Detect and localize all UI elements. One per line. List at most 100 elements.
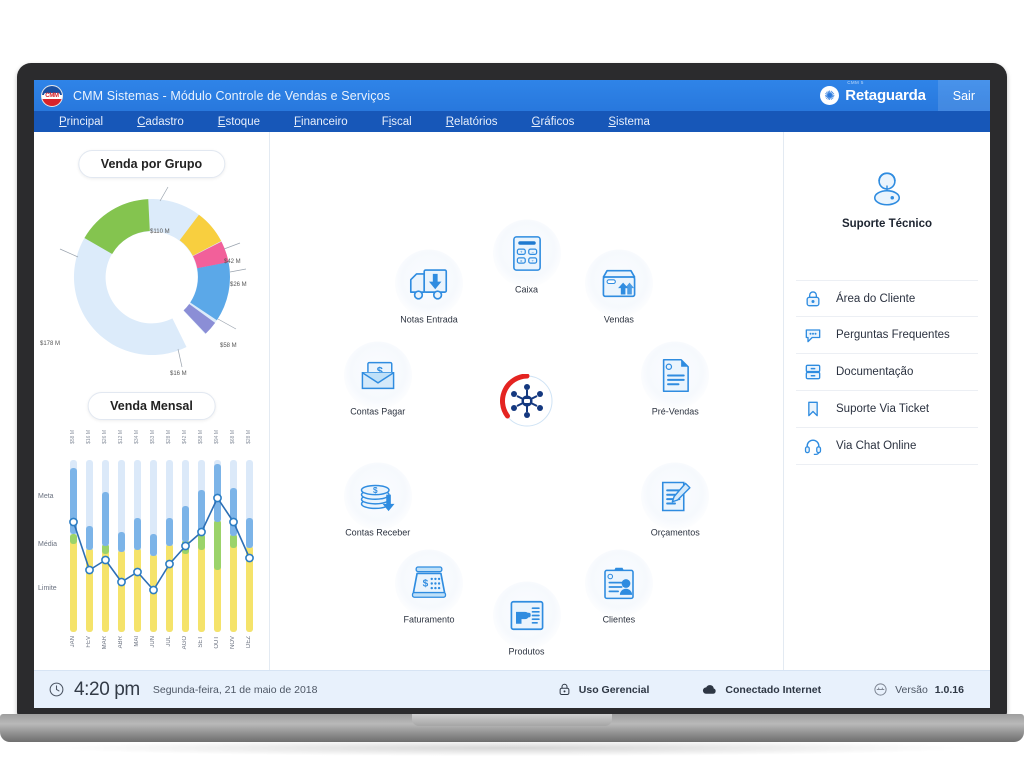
donut-label-3: $58 M xyxy=(220,343,237,349)
hub-item-caixa[interactable]: +− ×÷ Caixa xyxy=(488,220,566,295)
menu-item-estoque[interactable]: Estoque xyxy=(201,116,277,128)
menu-item-relatorios[interactable]: Relatórios xyxy=(429,116,515,128)
support-list: Área do Cliente Perguntas Frequentes xyxy=(796,280,978,465)
month-label-3: ABR xyxy=(118,636,124,648)
charts-panel: Venda por Grupo xyxy=(34,132,270,670)
month-label-6: JUL xyxy=(166,636,172,647)
month-label-5: JUN xyxy=(150,636,156,648)
support-item-via-chat-online[interactable]: Via Chat Online xyxy=(796,428,978,465)
donut-chart: $110 M $42 M $26 M $58 M $16 M $178 M xyxy=(34,177,269,377)
brand-micro-text: CMM 5 xyxy=(847,80,864,85)
support-header: Suporte Técnico xyxy=(784,168,990,230)
bar-value-6: $28 M xyxy=(166,430,172,444)
bar-value-3: $12 M xyxy=(118,430,124,444)
menu-item-fiscal[interactable]: Fiscal xyxy=(365,116,429,128)
lock-icon xyxy=(557,682,572,697)
svg-text:+: + xyxy=(520,250,523,255)
hub-label-orcamentos: Orçamentos xyxy=(636,528,714,538)
hub-item-clientes[interactable]: Clientes xyxy=(580,550,658,625)
hub-label-produtos: Produtos xyxy=(488,647,566,657)
id-card-icon xyxy=(585,550,653,618)
barcode-scanner-icon xyxy=(493,582,561,650)
module-hub-panel: +− ×÷ Caixa xyxy=(270,132,784,670)
document-icon xyxy=(641,342,709,410)
hub-item-pre-vendas[interactable]: Pré-Vendas xyxy=(636,342,714,417)
status-version-label: Versão xyxy=(895,684,928,696)
status-bar: 4:20 pm Segunda-feira, 21 de maio de 201… xyxy=(34,670,990,708)
support-label-1: Perguntas Frequentes xyxy=(836,329,950,341)
bookmark-icon xyxy=(802,398,824,420)
hub-item-vendas[interactable]: Vendas xyxy=(580,250,658,325)
lock-icon xyxy=(802,288,824,310)
clock-icon xyxy=(48,681,65,698)
drawer-icon xyxy=(802,361,824,383)
hub-item-orcamentos[interactable]: Orçamentos xyxy=(636,463,714,538)
support-item-suporte-via-ticket[interactable]: Suporte Via Ticket xyxy=(796,391,978,428)
hub-item-contas-receber[interactable]: $ Contas Receber xyxy=(339,463,417,538)
support-item-perguntas-frequentes[interactable]: Perguntas Frequentes xyxy=(796,317,978,354)
ytick-meta: Meta xyxy=(38,493,54,500)
ytick-media: Média xyxy=(38,541,57,548)
month-label-7: AGO xyxy=(182,636,188,649)
main-body: Venda por Grupo xyxy=(34,132,990,670)
menu-bar: Principal Cadastro Estoque Financeiro Fi… xyxy=(34,111,990,132)
support-item-area-do-cliente[interactable]: Área do Cliente xyxy=(796,280,978,317)
bar-value-11: $28 M xyxy=(246,430,252,444)
box-up-icon xyxy=(585,250,653,318)
bar-value-8: $58 M xyxy=(198,430,204,444)
hub-label-clientes: Clientes xyxy=(580,615,658,625)
truck-down-icon xyxy=(395,250,463,318)
title-bar: CMM CMM Sistemas - Módulo Controle de Ve… xyxy=(34,80,990,111)
screenshot-stage: CMM CMM Sistemas - Módulo Controle de Ve… xyxy=(0,0,1024,768)
calculator-icon: +− ×÷ xyxy=(493,220,561,288)
bar-value-1: $16 M xyxy=(86,430,92,444)
menu-item-financeiro[interactable]: Financeiro xyxy=(277,116,365,128)
support-label-2: Documentação xyxy=(836,366,913,378)
support-item-documentacao[interactable]: Documentação xyxy=(796,354,978,391)
hub-item-produtos[interactable]: Produtos xyxy=(488,582,566,657)
bar-value-0: $58 M xyxy=(70,430,76,444)
status-clock-group: 4:20 pm Segunda-feira, 21 de maio de 201… xyxy=(34,679,317,701)
monthly-chart-title: Venda Mensal xyxy=(87,392,216,420)
cash-register-icon: $ xyxy=(395,550,463,618)
status-time: 4:20 pm xyxy=(74,679,140,701)
donut-label-4: $16 M xyxy=(170,371,187,377)
svg-text:$: $ xyxy=(373,486,378,495)
status-usage-label: Uso Gerencial xyxy=(579,684,650,696)
donut-label-0: $110 M xyxy=(150,229,170,235)
app-title: CMM Sistemas - Módulo Controle de Vendas… xyxy=(73,89,390,103)
cmm-logo-icon: CMM xyxy=(41,85,63,107)
brand-area: ✺ CMM 5 Retaguarda Sair xyxy=(820,80,990,111)
hub-item-contas-pagar[interactable]: $ Contas Pagar xyxy=(339,342,417,417)
support-title: Suporte Técnico xyxy=(784,218,990,230)
logout-button[interactable]: Sair xyxy=(938,80,990,111)
support-label-4: Via Chat Online xyxy=(836,440,916,452)
month-label-9: OUT xyxy=(214,636,220,649)
laptop-shadow xyxy=(60,740,964,756)
donut-label-5: $178 M xyxy=(40,341,60,347)
document-pencil-icon xyxy=(641,463,709,531)
donut-label-2: $26 M xyxy=(230,282,247,288)
menu-item-sistema[interactable]: Sistema xyxy=(591,116,667,128)
month-label-11: DEZ xyxy=(246,636,252,648)
status-date: Segunda-feira, 21 de maio de 2018 xyxy=(153,684,318,696)
status-version: Versão 1.0.16 xyxy=(847,682,990,697)
menu-item-cadastro[interactable]: Cadastro xyxy=(120,116,201,128)
network-hub-icon[interactable] xyxy=(500,374,554,428)
month-label-1: FEV xyxy=(86,636,92,648)
monthly-chart: Meta Média Limite $58 M $16 M $26 M $12 … xyxy=(34,422,269,670)
menu-item-principal[interactable]: Principal xyxy=(42,116,120,128)
svg-text:$: $ xyxy=(423,578,429,589)
hub-item-notas-entrada[interactable]: Notas Entrada xyxy=(390,250,468,325)
support-label-3: Suporte Via Ticket xyxy=(836,403,929,415)
cloud-icon xyxy=(701,682,718,697)
hub-item-faturamento[interactable]: $ Faturamento xyxy=(390,550,468,625)
headset-icon xyxy=(802,435,824,457)
svg-text:×: × xyxy=(520,258,523,263)
app-screen: CMM CMM Sistemas - Módulo Controle de Ve… xyxy=(34,80,990,708)
support-panel: Suporte Técnico Área do Cliente xyxy=(784,132,990,670)
menu-item-graficos[interactable]: Gráficos xyxy=(515,116,592,128)
brand-title: Retaguarda xyxy=(845,87,926,104)
month-label-10: NOV xyxy=(230,636,236,649)
status-network: Conectado Internet xyxy=(675,682,847,697)
